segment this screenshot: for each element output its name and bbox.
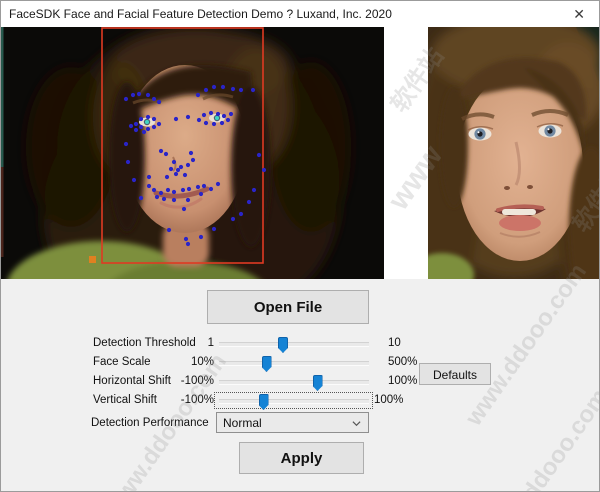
vertical-shift-row: Vertical Shift -100% 100% — [1, 393, 600, 408]
photo-edge-artifact-top — [1, 27, 4, 167]
face-scale-min: 10% — [129, 356, 214, 368]
chevron-down-icon — [352, 419, 361, 428]
open-file-button[interactable]: Open File — [207, 290, 369, 324]
detection-threshold-min: 1 — [129, 337, 214, 349]
app-window: FaceSDK Face and Facial Feature Detectio… — [0, 0, 600, 492]
slider-thumb[interactable] — [278, 337, 288, 353]
image-strip — [1, 27, 600, 279]
box-corner-marker — [89, 256, 96, 263]
control-panel: Open File Detection Threshold 1 10 Face … — [1, 279, 600, 492]
horizontal-shift-slider[interactable] — [215, 374, 372, 389]
selected-performance-value: Normal — [223, 416, 262, 430]
vertical-shift-slider[interactable] — [215, 393, 372, 408]
vertical-shift-min: -100% — [129, 394, 214, 406]
face-scale-slider[interactable] — [215, 355, 372, 370]
detection-threshold-max: 10 — [388, 337, 401, 349]
horizontal-shift-row: Horizontal Shift -100% 100% — [1, 374, 600, 389]
face-scale-max: 500% — [388, 356, 417, 368]
face-scale-row: Face Scale 10% 500% — [1, 355, 600, 370]
detection-result-image — [1, 27, 384, 279]
photo-edge-artifact-bottom — [1, 167, 4, 257]
slider-thumb[interactable] — [262, 356, 272, 372]
detection-threshold-row: Detection Threshold 1 10 — [1, 336, 600, 351]
detection-performance-label: Detection Performance — [91, 417, 209, 429]
title-bar: FaceSDK Face and Facial Feature Detectio… — [1, 1, 599, 27]
defaults-button[interactable]: Defaults — [419, 363, 491, 385]
horizontal-shift-min: -100% — [129, 375, 214, 387]
slider-thumb[interactable] — [259, 394, 269, 410]
close-icon[interactable]: ✕ — [573, 5, 585, 23]
detection-performance-select[interactable]: Normal — [216, 412, 369, 433]
cropped-face-image — [428, 27, 600, 279]
vertical-shift-max: 100% — [374, 394, 403, 406]
window-title: FaceSDK Face and Facial Feature Detectio… — [9, 7, 392, 21]
slider-thumb[interactable] — [313, 375, 323, 391]
detection-performance-row: Detection Performance Normal — [1, 412, 600, 434]
horizontal-shift-max: 100% — [388, 375, 417, 387]
detection-threshold-slider[interactable] — [215, 336, 372, 351]
apply-button[interactable]: Apply — [239, 442, 364, 474]
